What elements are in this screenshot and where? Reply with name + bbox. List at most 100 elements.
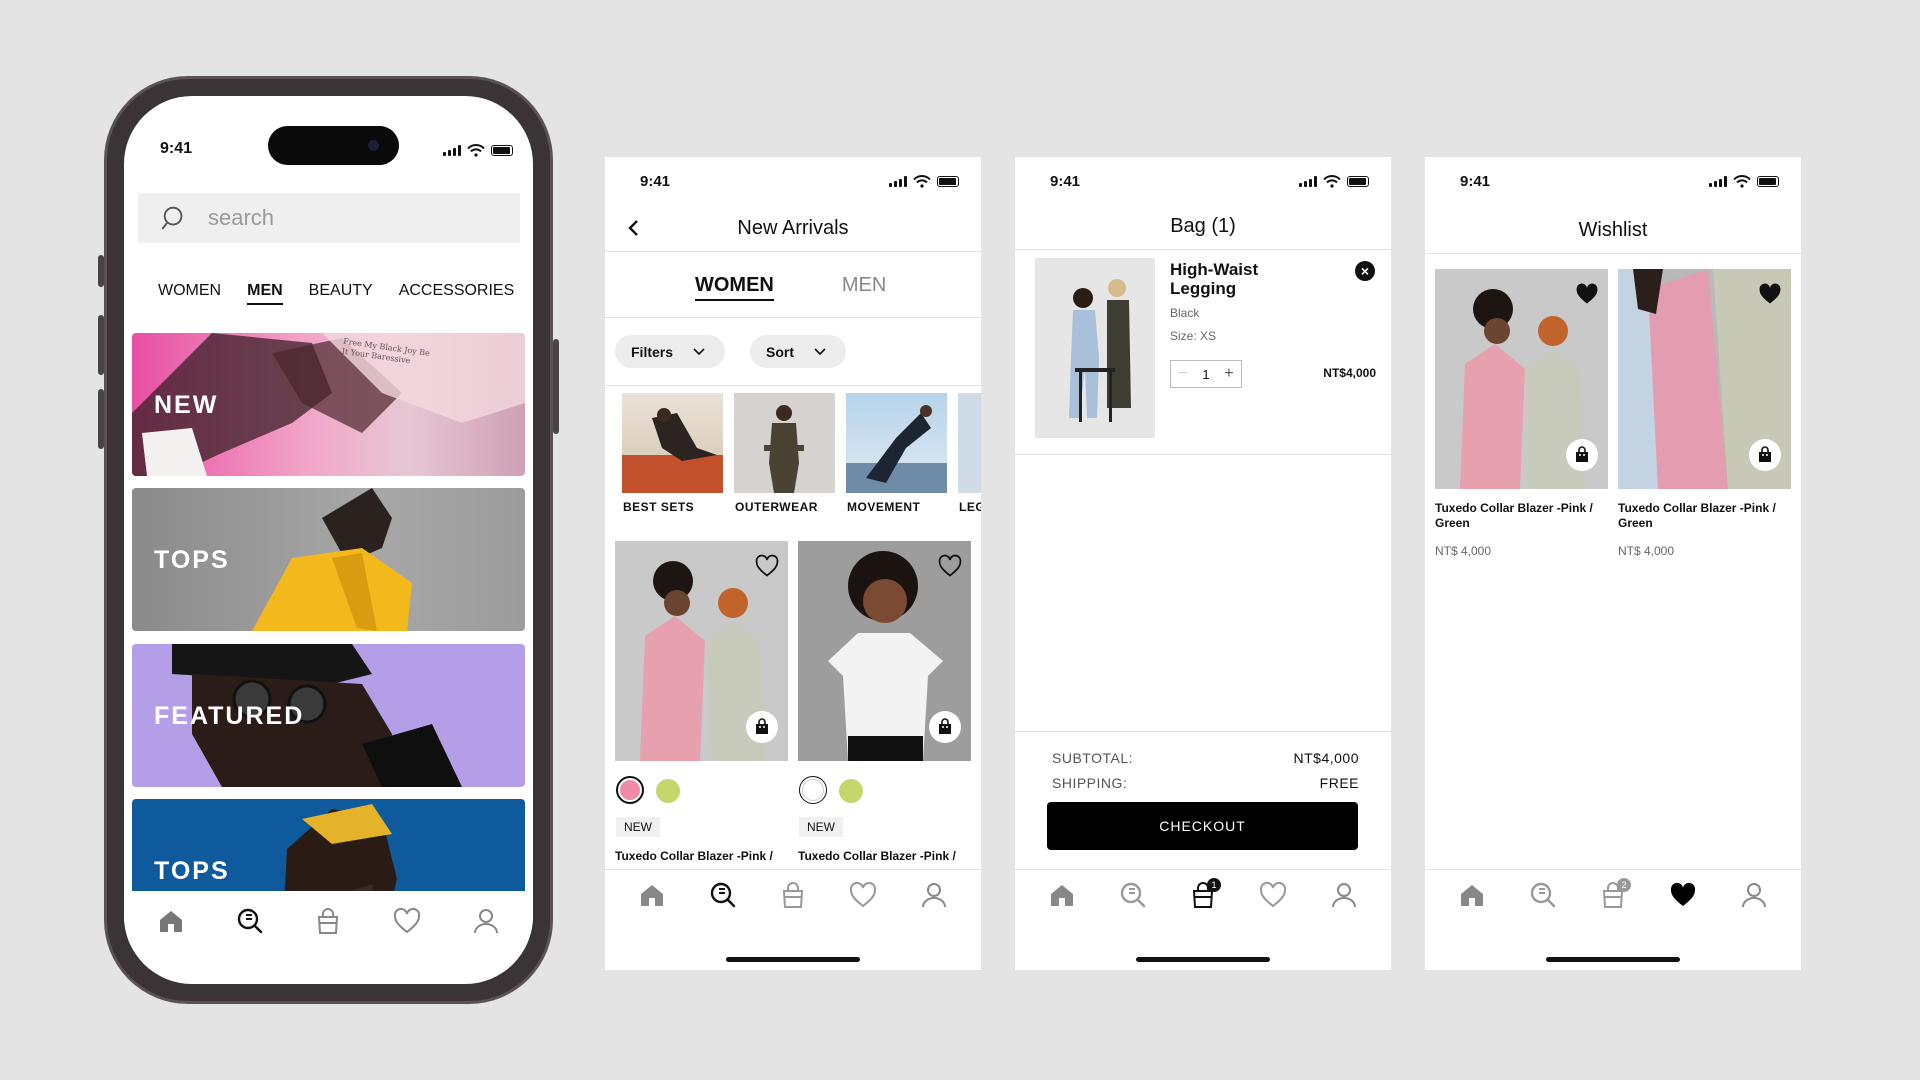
home-icon[interactable]: [1457, 880, 1487, 910]
banner-label: TOPS: [154, 546, 230, 574]
volume-up-button: [98, 315, 104, 375]
subcategory-label: MOVEMENT: [847, 500, 921, 514]
bag-tab[interactable]: 2: [1598, 877, 1631, 910]
color-swatch-green[interactable]: [656, 779, 680, 803]
increment-button[interactable]: +: [1224, 365, 1233, 383]
filters-button[interactable]: Filters: [615, 335, 725, 368]
color-swatch-pink[interactable]: [616, 776, 644, 804]
color-swatch-white[interactable]: [799, 776, 827, 804]
subcategory-leg-image[interactable]: [958, 393, 981, 493]
user-icon[interactable]: [1739, 880, 1769, 910]
category-tab-accessories[interactable]: ACCESSORIES: [399, 282, 515, 305]
wifi-icon: [913, 175, 931, 188]
wishlist-item-image[interactable]: [1435, 269, 1608, 489]
banner-label: NEW: [154, 391, 219, 419]
home-screen: 9:41 search WOMEN MEN BEAUTY ACCESSORIES…: [124, 96, 533, 984]
wifi-icon: [467, 144, 485, 157]
subcategory-outerwear-image[interactable]: [734, 393, 835, 493]
best-sets-photo: [622, 408, 723, 493]
banner-featured[interactable]: FEATURED: [132, 644, 525, 787]
color-swatch-green[interactable]: [839, 779, 863, 803]
heart-icon[interactable]: [937, 553, 963, 579]
bag-tab[interactable]: 1: [1188, 877, 1221, 910]
status-icons: [889, 175, 959, 188]
subcategory-label: BEST SETS: [623, 500, 695, 514]
category-tab-men[interactable]: MEN: [247, 282, 283, 305]
page-title: Bag (1): [1170, 215, 1236, 237]
divider: [1425, 253, 1801, 254]
add-to-bag-button[interactable]: [1749, 439, 1781, 471]
search-icon[interactable]: [1528, 880, 1558, 910]
filters-label: Filters: [631, 343, 674, 360]
user-icon[interactable]: [1329, 880, 1359, 910]
product-name[interactable]: Tuxedo Collar Blazer -Pink /: [615, 849, 773, 863]
tab-women[interactable]: WOMEN: [695, 274, 774, 301]
action-button: [98, 255, 104, 287]
category-tab-beauty[interactable]: BEAUTY: [309, 282, 373, 305]
search-icon[interactable]: [235, 906, 265, 936]
product-image[interactable]: [798, 541, 971, 761]
bottom-tab-bar: 2: [1425, 869, 1801, 919]
heart-filled-icon[interactable]: [1574, 281, 1600, 307]
tab-men[interactable]: MEN: [842, 274, 886, 301]
add-to-bag-button[interactable]: [1566, 439, 1598, 471]
search-bar[interactable]: search: [138, 193, 520, 243]
signal-icon: [1299, 176, 1317, 187]
wishlist-item-name[interactable]: Tuxedo Collar Blazer -Pink / Green: [1618, 501, 1793, 531]
heart-icon[interactable]: [1258, 880, 1288, 910]
sort-label: Sort: [766, 343, 794, 360]
camera-icon: [368, 140, 379, 151]
subcategory-movement-image[interactable]: [846, 393, 947, 493]
shipping-value: FREE: [1319, 775, 1359, 791]
product-name[interactable]: Tuxedo Collar Blazer -Pink /: [798, 849, 956, 863]
volume-down-button: [98, 389, 104, 449]
bag-icon[interactable]: [778, 880, 808, 910]
user-icon[interactable]: [919, 880, 949, 910]
banner-tops[interactable]: TOPS: [132, 488, 525, 631]
heart-filled-icon[interactable]: [1757, 281, 1783, 307]
bag-item-image[interactable]: [1035, 258, 1155, 438]
product-image[interactable]: [615, 541, 788, 761]
page-title: Wishlist: [1578, 219, 1648, 241]
checkout-button[interactable]: CHECKOUT: [1047, 802, 1358, 850]
banner-new[interactable]: Free My Black Joy Be It Your Baressive N…: [132, 333, 525, 476]
close-icon: ×: [1360, 263, 1370, 279]
decrement-button[interactable]: −: [1178, 365, 1187, 383]
search-icon[interactable]: [1118, 880, 1148, 910]
bag-item-name: High-Waist Legging: [1170, 260, 1259, 298]
subcategory-best-sets-image[interactable]: [622, 393, 723, 493]
remove-item-button[interactable]: ×: [1355, 261, 1375, 281]
battery-icon: [491, 145, 513, 156]
power-button: [553, 339, 559, 434]
bottom-tab-bar: [605, 869, 981, 919]
chevron-down-icon: [812, 344, 828, 360]
add-to-bag-button[interactable]: [929, 711, 961, 743]
user-icon[interactable]: [471, 906, 501, 936]
home-icon[interactable]: [637, 880, 667, 910]
heart-icon[interactable]: [392, 906, 422, 936]
category-tab-women[interactable]: WOMEN: [158, 282, 221, 305]
wifi-icon: [1323, 175, 1341, 188]
heart-filled-icon[interactable]: [1668, 880, 1698, 910]
wishlist-item-name[interactable]: Tuxedo Collar Blazer -Pink / Green: [1435, 501, 1610, 531]
legging-photo: [1069, 279, 1131, 422]
banner-label: FEATURED: [154, 702, 305, 730]
gender-tabs: WOMEN MEN: [695, 274, 886, 301]
home-indicator: [726, 957, 860, 962]
subtotal-label: SUBTOTAL:: [1052, 750, 1134, 766]
home-icon[interactable]: [1047, 880, 1077, 910]
sort-button[interactable]: Sort: [750, 335, 846, 368]
home-indicator: [1546, 957, 1680, 962]
add-to-bag-button[interactable]: [746, 711, 778, 743]
bag-item-price: NT$4,000: [1323, 366, 1376, 380]
heart-icon[interactable]: [848, 880, 878, 910]
banner-label: TOPS: [154, 857, 230, 885]
wifi-icon: [1733, 175, 1751, 188]
wishlist-item-image[interactable]: [1618, 269, 1791, 489]
home-icon[interactable]: [156, 906, 186, 936]
home-indicator: [1136, 957, 1270, 962]
bag-icon[interactable]: [313, 906, 343, 936]
search-icon[interactable]: [708, 880, 738, 910]
heart-icon[interactable]: [754, 553, 780, 579]
dynamic-island: [268, 126, 399, 165]
